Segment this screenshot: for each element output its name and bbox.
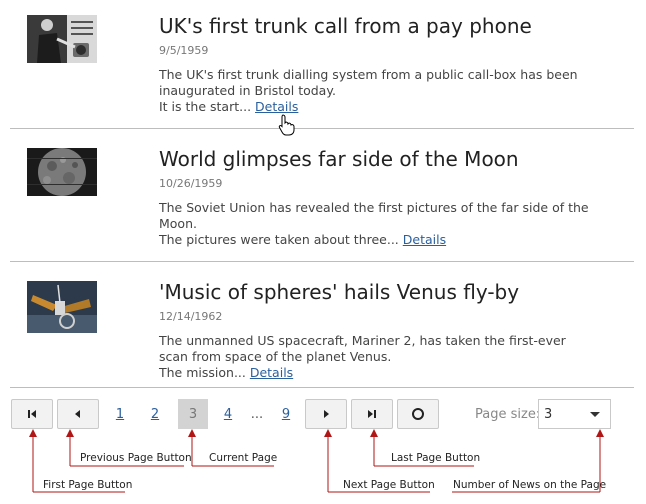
chevron-down-icon: [590, 412, 600, 417]
page-link-1[interactable]: 1: [108, 399, 132, 429]
annotation-next-page: Next Page Button: [343, 479, 435, 491]
page-ellipsis: ...: [250, 406, 264, 422]
news-separator: [10, 128, 634, 129]
refresh-circle-icon: [412, 408, 424, 420]
news-separator: [10, 387, 634, 388]
pager: 1 2 3 4 ... 9 Page size: 3: [10, 395, 634, 435]
news-description: The Soviet Union has revealed the first …: [159, 200, 589, 248]
page-size-dropdown[interactable]: 3: [538, 399, 611, 429]
news-description: The UK's first trunk dialling system fro…: [159, 67, 589, 115]
news-summary: The Soviet Union has revealed the first …: [159, 200, 589, 231]
news-summary: The unmanned US spacecraft, Mariner 2, h…: [159, 333, 566, 364]
details-link[interactable]: Details: [250, 365, 293, 380]
annotation-current-page: Current Page: [209, 452, 278, 464]
annotation-last-page: Last Page Button: [391, 452, 481, 464]
news-date: 12/14/1962: [159, 310, 223, 323]
next-page-button[interactable]: [305, 399, 347, 429]
news-date: 10/26/1959: [159, 177, 223, 190]
news-date: 9/5/1959: [159, 44, 209, 57]
hand-cursor-icon: [278, 114, 296, 136]
current-page: 3: [178, 399, 208, 429]
annotation-previous-page: Previous Page Button: [80, 452, 192, 464]
first-page-icon: [28, 410, 36, 418]
news-summary-tail: The pictures were taken about three...: [159, 232, 399, 247]
page-link-9[interactable]: 9: [274, 399, 298, 429]
next-page-icon: [324, 410, 329, 418]
annotation-news-count: Number of News on the Page: [453, 479, 607, 491]
last-page-button[interactable]: [351, 399, 393, 429]
news-description: The unmanned US spacecraft, Mariner 2, h…: [159, 333, 589, 381]
news-item: 'Music of spheres' hails Venus fly-by 12…: [10, 272, 634, 400]
annotation-first-page: First Page Button: [43, 479, 133, 491]
details-link[interactable]: Details: [403, 232, 446, 247]
news-summary-tail: It is the start...: [159, 99, 252, 114]
first-page-button[interactable]: [11, 399, 53, 429]
page-link-2[interactable]: 2: [143, 399, 167, 429]
refresh-button[interactable]: [397, 399, 439, 429]
moon-photo: [27, 148, 97, 196]
news-item: World glimpses far side of the Moon 10/2…: [10, 139, 634, 267]
news-item: UK's first trunk call from a pay phone 9…: [10, 6, 634, 134]
news-title: UK's first trunk call from a pay phone: [159, 14, 532, 38]
previous-page-button[interactable]: [57, 399, 99, 429]
news-summary: The UK's first trunk dialling system fro…: [159, 67, 578, 98]
page-size-label: Page size:: [475, 406, 541, 422]
details-link[interactable]: Details: [255, 99, 298, 114]
spacecraft-photo: [27, 281, 97, 333]
page-link-4[interactable]: 4: [216, 399, 240, 429]
news-summary-tail: The mission...: [159, 365, 246, 380]
page-size-value: 3: [544, 407, 553, 422]
last-page-icon: [368, 410, 376, 418]
previous-page-icon: [75, 410, 80, 418]
news-title: World glimpses far side of the Moon: [159, 147, 519, 171]
payphone-photo: [27, 15, 97, 63]
news-separator: [10, 261, 634, 262]
news-title: 'Music of spheres' hails Venus fly-by: [159, 280, 520, 304]
